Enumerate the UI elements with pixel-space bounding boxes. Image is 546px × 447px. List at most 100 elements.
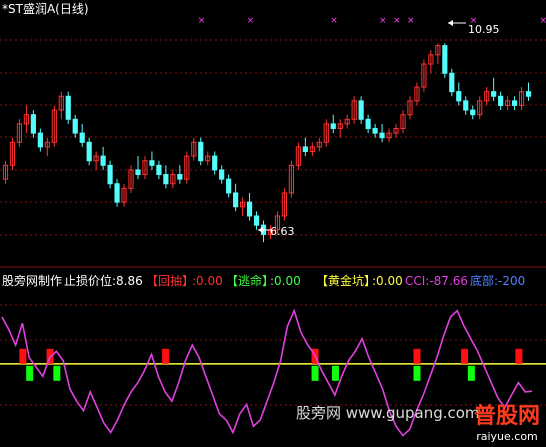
candle bbox=[79, 123, 85, 147]
top-marker: × bbox=[330, 16, 338, 26]
candle-body bbox=[525, 91, 532, 97]
candle bbox=[435, 43, 441, 65]
candle bbox=[316, 137, 322, 152]
candle-body bbox=[491, 91, 497, 97]
candle bbox=[386, 128, 392, 143]
candle bbox=[393, 123, 399, 138]
candle bbox=[16, 119, 23, 147]
candle bbox=[246, 192, 253, 221]
candle bbox=[511, 96, 518, 111]
candle-body bbox=[379, 132, 385, 139]
candle-body bbox=[135, 169, 141, 176]
candle bbox=[163, 165, 169, 189]
candle bbox=[51, 105, 57, 147]
top-marker: × bbox=[393, 16, 401, 26]
candle bbox=[107, 160, 113, 189]
pullback-block bbox=[162, 348, 170, 364]
candle bbox=[421, 59, 427, 92]
candle bbox=[65, 91, 71, 124]
candle bbox=[372, 123, 378, 138]
high-label: 10.95 bbox=[468, 23, 500, 36]
logo-subtext: raiyue.com bbox=[476, 430, 538, 443]
candle-body bbox=[372, 127, 378, 134]
value-golden-pit: :0.00 bbox=[372, 274, 403, 288]
candle bbox=[30, 110, 36, 138]
candle bbox=[400, 110, 406, 134]
candle-body bbox=[86, 141, 92, 162]
candle-body bbox=[198, 141, 204, 162]
label-cci: CCI:-87.66 bbox=[405, 274, 468, 288]
label-stoploss: 止损价位:8.86 bbox=[64, 273, 143, 288]
candle bbox=[58, 91, 64, 120]
candle bbox=[253, 211, 260, 230]
candle bbox=[184, 151, 190, 184]
candle-body bbox=[156, 164, 162, 176]
candle-body bbox=[233, 192, 239, 208]
site-logo: 普股网 raiyue.com bbox=[474, 398, 540, 443]
candle-body bbox=[365, 118, 371, 129]
watermark-text: 股旁网 www.gupang.com bbox=[296, 404, 480, 422]
candle bbox=[2, 160, 9, 184]
top-marker: × bbox=[407, 16, 415, 26]
candles-group bbox=[2, 43, 532, 243]
label-bottom: 底部:-200 bbox=[470, 273, 525, 288]
candle-body bbox=[65, 95, 71, 120]
escape-block bbox=[26, 365, 34, 381]
candle bbox=[44, 137, 50, 157]
candle-body bbox=[30, 114, 36, 134]
candle bbox=[142, 156, 148, 180]
candle bbox=[212, 151, 218, 175]
signal-blocks-group bbox=[19, 348, 523, 381]
top-marker: × bbox=[379, 16, 387, 26]
candle bbox=[323, 119, 329, 147]
candle bbox=[100, 146, 106, 170]
candle-body bbox=[149, 160, 155, 166]
candle-body bbox=[302, 146, 308, 153]
candle-body bbox=[107, 164, 113, 185]
candle-body bbox=[219, 169, 225, 180]
candle bbox=[240, 197, 246, 216]
pullback-block bbox=[413, 348, 421, 364]
candle-body bbox=[100, 155, 106, 166]
escape-block bbox=[311, 365, 319, 381]
top-marker: × bbox=[539, 16, 546, 26]
candle bbox=[198, 137, 204, 166]
candle bbox=[9, 137, 16, 170]
pullback-block bbox=[515, 348, 523, 364]
pullback-block bbox=[461, 348, 469, 364]
candle-body bbox=[463, 100, 469, 111]
candle-body bbox=[72, 118, 78, 134]
high-annotation: 10.95 bbox=[448, 20, 500, 36]
candle-body bbox=[442, 45, 448, 74]
candle-body bbox=[212, 155, 218, 171]
candle-body bbox=[253, 215, 260, 226]
pullback-block bbox=[19, 348, 27, 364]
candle bbox=[470, 105, 476, 120]
candle bbox=[86, 137, 92, 166]
candle bbox=[330, 114, 336, 134]
chart-svg: *ST盛润A(日线) ×××××××××××××××× 10.95 6.63 股… bbox=[0, 1, 546, 437]
candle bbox=[302, 137, 308, 157]
top-marker: × bbox=[247, 16, 255, 26]
candle bbox=[170, 169, 176, 189]
candle bbox=[407, 96, 413, 120]
candle bbox=[149, 151, 155, 170]
escape-block bbox=[53, 365, 61, 381]
candle bbox=[414, 82, 420, 106]
candle-body bbox=[246, 201, 253, 217]
candle bbox=[344, 114, 350, 129]
candle-body bbox=[226, 178, 232, 194]
candle bbox=[442, 43, 448, 78]
candle bbox=[525, 82, 532, 101]
candle bbox=[505, 96, 511, 111]
value-escape: :0.00 bbox=[270, 274, 301, 288]
indicator-label-row: 股旁网制作 止损价位:8.86 【回抽】 :0.00 【逃命】 :0.00 【黄… bbox=[2, 273, 525, 288]
candle-body bbox=[163, 174, 169, 185]
candle bbox=[498, 91, 504, 111]
candle bbox=[114, 179, 120, 207]
label-escape: 【逃命】 bbox=[226, 273, 274, 288]
candle-body bbox=[177, 174, 183, 180]
label-golden-pit: 【黄金坑】 bbox=[316, 273, 376, 288]
candle-body bbox=[470, 109, 476, 116]
candle-body bbox=[511, 100, 518, 106]
